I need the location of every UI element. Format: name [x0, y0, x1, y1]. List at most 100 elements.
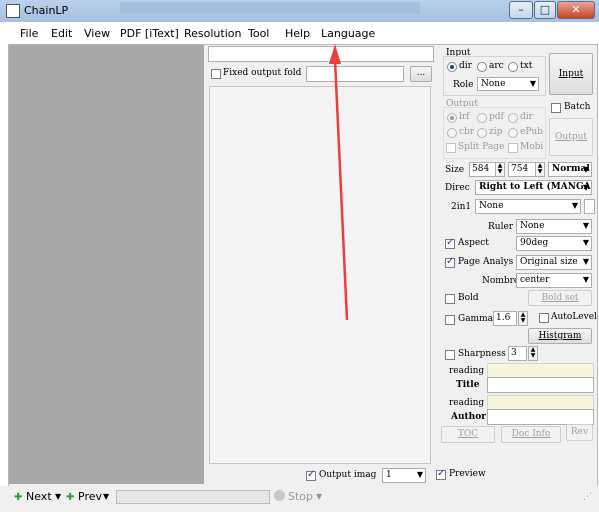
prev-button[interactable]: Prev: [78, 490, 102, 503]
doc-info-button[interactable]: Doc Info: [501, 426, 561, 443]
aspect-select[interactable]: 90deg ▼: [516, 236, 592, 251]
author-field[interactable]: [487, 409, 594, 425]
file-list-pane[interactable]: [9, 45, 204, 484]
radio-lrf[interactable]: [447, 113, 457, 123]
gamma-spinner[interactable]: ▲ ▼: [518, 311, 528, 326]
chevron-down-icon: ▼: [582, 275, 589, 284]
mobi-checkbox[interactable]: [508, 143, 518, 153]
twoin1-select[interactable]: None ▼: [475, 199, 581, 214]
sharpness-field[interactable]: 3: [508, 346, 527, 361]
mobi-label: Mobi: [520, 142, 544, 152]
split-page-checkbox[interactable]: [446, 143, 456, 153]
stop-button[interactable]: Stop: [288, 490, 313, 503]
page-analysis-checkbox[interactable]: [445, 256, 455, 268]
author-reading-field[interactable]: [487, 395, 594, 410]
sharpness-checkbox[interactable]: [445, 350, 455, 360]
fixed-output-checkbox[interactable]: [211, 69, 221, 79]
twoin1-value: None: [479, 201, 504, 211]
menu-language[interactable]: Language: [321, 27, 375, 40]
next-icon: ✚: [14, 492, 23, 503]
bold-label: Bold: [458, 293, 479, 303]
input-button[interactable]: Input: [549, 53, 593, 95]
menu-resolution[interactable]: Resolution: [184, 27, 241, 40]
radio-txt[interactable]: [508, 62, 518, 72]
output-image-label: Output imag: [319, 470, 377, 480]
radio-dir[interactable]: [447, 62, 457, 72]
resize-grip-icon[interactable]: ⋰: [583, 492, 592, 502]
stop-icon: [274, 490, 285, 501]
prev-icon: ✚: [66, 492, 75, 503]
radio-zip[interactable]: [477, 128, 487, 138]
title-blur: [120, 2, 420, 14]
size-height-field[interactable]: 754: [508, 162, 536, 177]
gamma-field[interactable]: 1.6: [493, 311, 517, 326]
size-label: Size: [445, 165, 465, 175]
radio-epub[interactable]: [508, 128, 518, 138]
batch-checkbox[interactable]: [551, 103, 561, 113]
radio-zip-label: zip: [489, 127, 503, 137]
prev-dropdown-icon[interactable]: ▼: [103, 492, 109, 501]
chevron-down-icon: ▼: [529, 79, 536, 88]
chevron-down-icon: ▼: [571, 201, 578, 210]
chevron-down-icon: ▼: [582, 221, 589, 230]
aspect-checkbox[interactable]: [445, 237, 455, 249]
title-field[interactable]: [487, 377, 594, 393]
size-width-spinner[interactable]: ▲ ▼: [495, 162, 505, 177]
direc-value: Right to Left (MANGA): [479, 182, 592, 192]
next-button[interactable]: Next: [26, 490, 52, 503]
menu-pdf[interactable]: PDF [iText]: [120, 27, 179, 40]
stop-dropdown-icon[interactable]: ▼: [316, 492, 322, 501]
aspect-label: Aspect: [458, 238, 489, 248]
output-button[interactable]: Output: [549, 118, 593, 156]
preview-checkbox[interactable]: [436, 468, 446, 480]
size-width-field[interactable]: 584: [469, 162, 496, 177]
toc-button[interactable]: TOC: [441, 426, 495, 443]
size-height-spinner[interactable]: ▲ ▼: [535, 162, 545, 177]
bold-set-label: Bold set: [541, 293, 579, 303]
menu-view[interactable]: View: [84, 27, 110, 40]
ruler-select[interactable]: None ▼: [516, 219, 592, 234]
radio-pdf[interactable]: [477, 113, 487, 123]
ruler-value: None: [520, 221, 545, 231]
next-dropdown-icon[interactable]: ▼: [55, 492, 61, 501]
direc-select[interactable]: Right to Left (MANGA) ▼: [475, 180, 592, 195]
status-bar: ✚ Next ▼ ✚ Prev ▼ Stop ▼ ⋰: [0, 486, 599, 512]
minimize-button[interactable]: –: [509, 1, 533, 19]
menu-edit[interactable]: Edit: [51, 27, 72, 40]
output-button-label: Output: [555, 132, 587, 142]
radio-epub-label: ePub: [520, 127, 543, 137]
menu-help[interactable]: Help: [285, 27, 310, 40]
radio-cbr[interactable]: [447, 128, 457, 138]
role-select[interactable]: None ▼: [477, 77, 539, 91]
radio-out-dir[interactable]: [508, 113, 518, 123]
bold-set-button[interactable]: Bold set: [528, 290, 592, 306]
browse-button[interactable]: ...: [410, 66, 432, 82]
rev-button[interactable]: Rev: [566, 424, 593, 441]
bold-checkbox[interactable]: [445, 294, 455, 304]
radio-txt-label: txt: [520, 61, 533, 71]
sharpness-spinner[interactable]: ▲ ▼: [528, 346, 538, 361]
menu-file[interactable]: File: [20, 27, 38, 40]
nombre-select[interactable]: center ▼: [516, 273, 592, 288]
output-image-select[interactable]: 1 ▼: [382, 468, 426, 483]
author-label: Author: [451, 412, 486, 422]
close-button[interactable]: ✕: [557, 1, 595, 19]
toc-label: TOC: [457, 429, 479, 439]
size-mode-select[interactable]: Normal ▼: [548, 162, 592, 177]
maximize-button[interactable]: □: [534, 1, 556, 19]
arrow-head: [329, 44, 341, 64]
page-analysis-label: Page Analys: [458, 257, 514, 267]
histgram-button[interactable]: Histgram: [528, 328, 592, 344]
arrow-shaft: [333, 59, 349, 321]
nombre-value: center: [520, 275, 550, 285]
sharpness-label: Sharpness: [458, 349, 506, 359]
page-analysis-select[interactable]: Original size ▼: [516, 255, 592, 270]
radio-arc[interactable]: [477, 62, 487, 72]
output-image-checkbox[interactable]: [306, 469, 316, 481]
radio-dir-label: dir: [459, 61, 472, 71]
autolevel-checkbox[interactable]: [539, 313, 549, 323]
menu-tool[interactable]: Tool: [248, 27, 269, 40]
title-reading-field[interactable]: [487, 363, 594, 378]
twoin1-extra-field[interactable]: [584, 199, 595, 214]
gamma-checkbox[interactable]: [445, 315, 455, 325]
